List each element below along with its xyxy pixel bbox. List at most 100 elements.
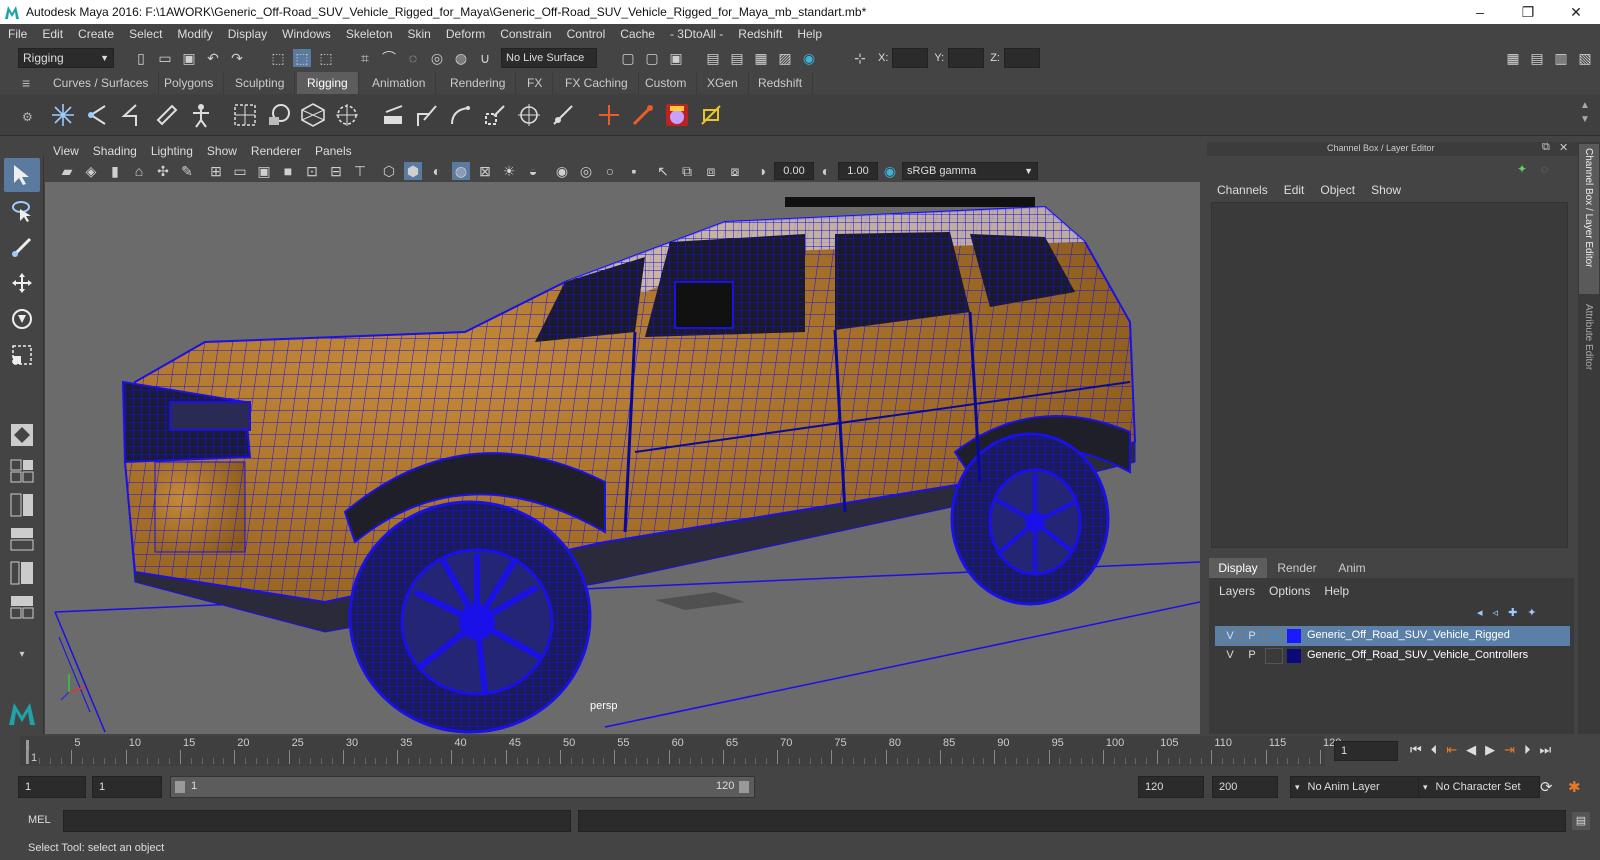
transform-mode-icon[interactable]: ⊹ [851,49,869,67]
ik-spline-icon[interactable] [116,100,146,130]
menu-windows[interactable]: Windows [282,27,331,41]
shelf-tab-polygons[interactable]: Polygons [154,72,225,94]
cluster-icon[interactable] [332,100,362,130]
shelf-settings-gear-icon[interactable]: ⚙ [22,110,33,124]
open-scene-icon[interactable]: ▭ [156,49,174,67]
outliner-layout-icon[interactable] [4,558,40,588]
exposure-icon[interactable]: ◑ [753,162,771,180]
step-forward-key-icon[interactable]: ⇥ [1504,742,1515,758]
color-management-icon[interactable]: ◉ [881,162,899,180]
animation-prefs-icon[interactable]: ✱ [1568,778,1581,796]
command-input[interactable] [63,810,571,832]
layer-color-swatch[interactable] [1287,649,1301,663]
side-by-side-layout-icon[interactable] [4,490,40,520]
cluster-handle-icon[interactable] [628,100,658,130]
layers-menu[interactable]: Layers [1219,584,1255,598]
go-to-start-icon[interactable]: ⏮ [1410,742,1422,758]
save-scene-icon[interactable]: ▣ [180,49,198,67]
render-view-icon[interactable]: ▢ [643,49,661,67]
channel-object-menu[interactable]: Object [1320,183,1355,197]
menu-edit[interactable]: Edit [42,27,63,41]
hypershade-icon[interactable]: ▨ [776,49,794,67]
animation-end-field[interactable]: 200 [1212,776,1278,798]
snap-point-icon[interactable]: ◌ [404,49,422,67]
gate-mask-icon[interactable]: ■ [279,162,297,180]
panel-menu-show[interactable]: Show [207,144,237,158]
menu-skin[interactable]: Skin [408,27,431,41]
construction-history-icon[interactable]: ▢ [619,49,637,67]
menu-display[interactable]: Display [228,27,267,41]
render-current-icon[interactable]: ▤ [704,49,722,67]
shelf-tab-curves-surfaces[interactable]: Curves / Surfaces [43,72,160,94]
grease-pencil-icon[interactable]: ✎ [178,162,196,180]
shading-ball-icon[interactable] [662,100,692,130]
redshift-render-icon[interactable]: ◉ [800,49,818,67]
move-layer-down-icon[interactable]: ◃ [1493,606,1499,619]
menu-3dtoall[interactable]: - 3DtoAll - [670,27,723,41]
channel-box-icon-a[interactable]: ✦ [1517,162,1527,176]
panel-menu-lighting[interactable]: Lighting [151,144,193,158]
perspective-viewport[interactable]: persp [45,182,1200,734]
isolate-select-icon[interactable]: ↖ [654,162,672,180]
scale-constraint-icon[interactable] [480,100,510,130]
image-plane-icon[interactable]: ⌂ [130,162,148,180]
z-field[interactable] [1003,48,1040,68]
layer-tab-render[interactable]: Render [1269,558,1325,578]
channel-box-toggle-icon[interactable]: ▧ [1576,49,1594,67]
panel-menu-shading[interactable]: Shading [93,144,137,158]
move-layer-up-icon[interactable]: ◂ [1477,606,1483,619]
time-ruler[interactable]: 1 5 10 15 20 25 30 35 40 45 50 55 60 65 70 75 80 85 90 95 10… [20,736,1341,766]
humanik-icon[interactable] [186,100,216,130]
move-tool-icon[interactable] [4,266,40,300]
xray-components-icon[interactable]: ⧇ [726,162,744,180]
current-frame-field[interactable]: 1 [1334,741,1398,761]
two-d-pan-icon[interactable]: ✣ [154,162,172,180]
smooth-shade-icon[interactable]: ⬢ [404,162,422,180]
panel-menu-panels[interactable]: Panels [315,144,352,158]
channels-menu[interactable]: Channels [1217,183,1268,197]
auto-key-icon[interactable]: ⟳ [1540,778,1553,796]
lasso-tool-icon[interactable] [4,194,40,228]
shelf-tab-fx[interactable]: FX [517,72,554,94]
step-forward-frame-icon[interactable]: ⏵ [1524,742,1531,758]
sculpt-deformer-icon[interactable] [264,100,294,130]
new-layer-from-selection-icon[interactable]: ✦ [1527,606,1536,619]
single-perspective-layout-icon[interactable] [4,418,40,452]
menu-file[interactable]: File [8,27,27,41]
layer-playback-toggle[interactable]: P [1243,648,1261,664]
shelf-tab-xgen[interactable]: XGen [697,72,749,94]
menu-select[interactable]: Select [129,27,162,41]
persp-graph-layout-icon[interactable] [4,524,40,554]
exposure-field[interactable]: 0.00 [774,162,814,180]
side-tab-channel-box[interactable]: Channel Box / Layer Editor [1579,144,1599,294]
step-back-key-icon[interactable]: ⇤ [1446,742,1457,758]
time-slider[interactable]: 1 5 10 15 20 25 30 35 40 45 50 55 60 65 70 75 80 85 90 95 10… [0,736,1600,766]
new-empty-layer-icon[interactable]: ✚ [1508,606,1517,619]
joint-tool-icon[interactable] [48,100,78,130]
tool-settings-toggle-icon[interactable]: ▥ [1552,49,1570,67]
new-scene-icon[interactable]: ▯ [132,49,150,67]
menu-modify[interactable]: Modify [177,27,212,41]
shelf-tab-rigging[interactable]: Rigging [297,72,359,94]
bind-skin-icon[interactable] [152,100,182,130]
channel-show-menu[interactable]: Show [1371,183,1401,197]
channel-edit-menu[interactable]: Edit [1284,183,1305,197]
shelf-scroll-up-icon[interactable]: ▲ [1580,100,1590,111]
layer-row[interactable]: V P Generic_Off_Road_SUV_Vehicle_Control… [1215,646,1570,666]
render-settings-window-icon[interactable]: ▦ [752,49,770,67]
film-gate-icon[interactable]: ▭ [231,162,249,180]
maya-home-logo-icon[interactable] [4,696,40,730]
point-constraint-icon[interactable] [412,100,442,130]
layer-row[interactable]: V P Generic_Off_Road_SUV_Vehicle_Rigged [1215,626,1570,646]
use-all-lights-icon[interactable]: ☀ [500,162,518,180]
script-language-label[interactable]: MEL [28,814,51,826]
lattice-icon[interactable] [230,100,260,130]
menu-skeleton[interactable]: Skeleton [346,27,393,41]
float-panel-icon[interactable]: ⧉ [1542,141,1550,154]
snap-surface-icon[interactable]: ◍ [452,49,470,67]
menu-control[interactable]: Control [567,27,606,41]
four-view-layout-icon[interactable] [4,456,40,486]
select-camera-icon[interactable]: ▰ [58,162,76,180]
x-field[interactable] [892,48,929,68]
playback-end-field[interactable]: 120 [1138,776,1204,798]
